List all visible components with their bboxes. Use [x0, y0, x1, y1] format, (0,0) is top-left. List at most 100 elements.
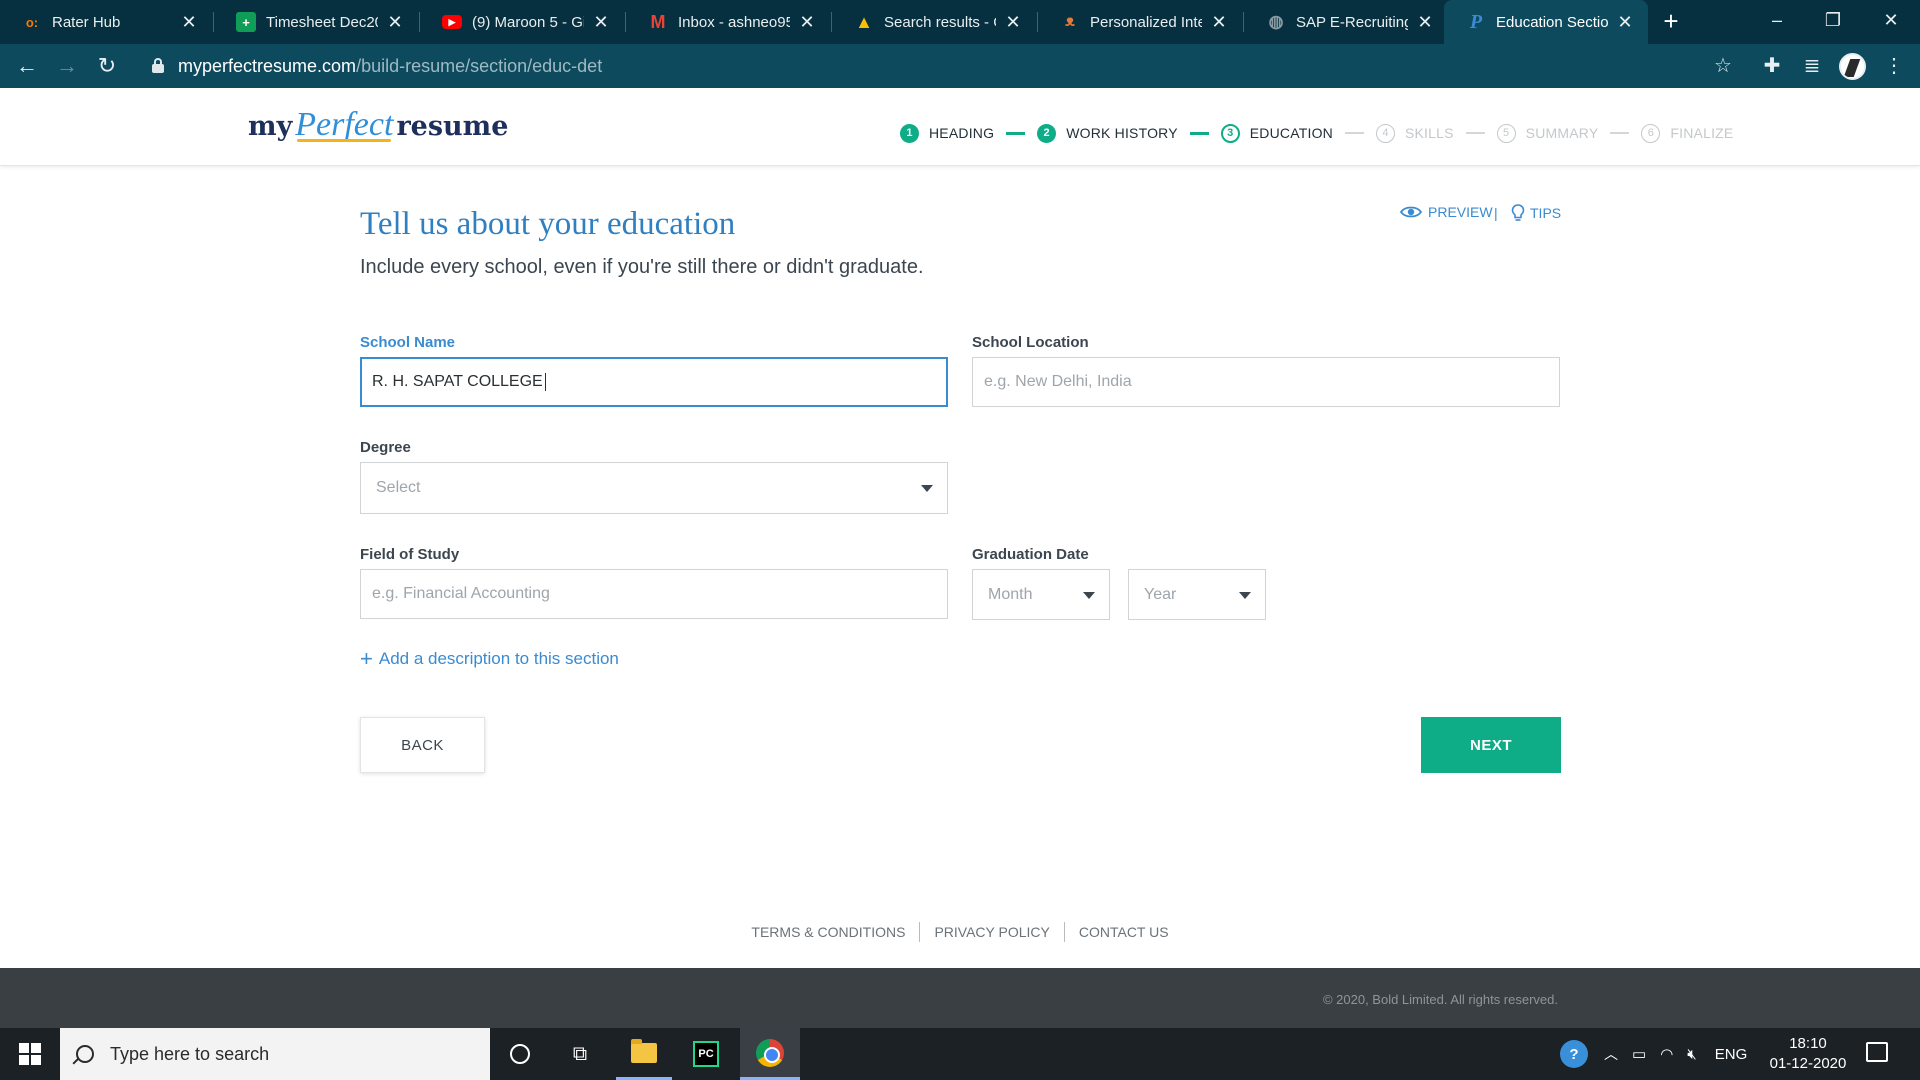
- step-label: SKILLS: [1404, 125, 1454, 141]
- privacy-link[interactable]: PRIVACY POLICY: [920, 924, 1063, 942]
- tips-link[interactable]: TIPS: [1511, 204, 1561, 222]
- pycharm-icon: PC: [693, 1041, 719, 1067]
- window-close-button[interactable]: ✕: [1864, 0, 1918, 40]
- back-button[interactable]: BACK: [360, 717, 485, 773]
- forward-arrow-icon[interactable]: →: [52, 51, 82, 81]
- language-indicator[interactable]: ENG: [1715, 1046, 1748, 1063]
- browser-tab[interactable]: ▲ Search results - Go ✕: [832, 0, 1036, 44]
- field-of-study-input[interactable]: e.g. Financial Accounting: [360, 569, 948, 619]
- chevron-up-icon[interactable]: ︿: [1604, 1044, 1618, 1064]
- close-icon[interactable]: ✕: [1416, 12, 1434, 33]
- tab-title: Search results - Go: [884, 13, 996, 31]
- internshala-icon: ᴥ: [1065, 13, 1075, 30]
- close-icon[interactable]: ✕: [1004, 12, 1022, 33]
- extensions-icon[interactable]: ✚: [1758, 52, 1786, 80]
- step-number: 4: [1375, 123, 1395, 143]
- step-number: 2: [1037, 123, 1057, 143]
- lightbulb-icon: [1511, 204, 1525, 221]
- tab-title: Personalized Intern: [1090, 13, 1202, 31]
- restore-button[interactable]: ❐: [1806, 0, 1860, 40]
- new-tab-button[interactable]: +: [1656, 6, 1686, 36]
- browser-tab[interactable]: M Inbox - ashneo95 ✕: [626, 0, 830, 44]
- tab-title: (9) Maroon 5 - Girl: [472, 13, 584, 31]
- close-icon[interactable]: ✕: [180, 12, 198, 33]
- close-icon[interactable]: ✕: [798, 12, 816, 33]
- step-finalize: 6 FINALIZE: [1641, 123, 1733, 143]
- degree-label: Degree: [360, 439, 411, 456]
- tips-label: TIPS: [1530, 205, 1562, 221]
- footer-links: TERMS & CONDITIONS PRIVACY POLICY CONTAC…: [0, 922, 1920, 942]
- add-description-label: Add a description to this section: [378, 649, 619, 668]
- pycharm-button[interactable]: PC: [678, 1028, 734, 1080]
- volume-muted-icon[interactable]: 🔇︎: [1687, 1046, 1696, 1063]
- chrome-icon: [756, 1038, 784, 1067]
- close-icon[interactable]: ✕: [592, 12, 610, 33]
- close-icon[interactable]: ✕: [386, 12, 404, 33]
- page-title: Tell us about your education: [360, 206, 736, 242]
- notification-center-icon[interactable]: [1866, 1042, 1888, 1062]
- close-icon[interactable]: ✕: [1210, 12, 1228, 33]
- school-name-value: R. H. SAPAT COLLEGE: [372, 373, 543, 390]
- progress-stepper: 1 HEADING 2 WORK HISTORY 3 EDUCATION 4 S…: [900, 122, 1733, 144]
- step-heading[interactable]: 1 HEADING: [900, 123, 994, 143]
- step-work-history[interactable]: 2 WORK HISTORY: [1037, 123, 1178, 143]
- preview-label: PREVIEW: [1428, 204, 1493, 220]
- school-location-input[interactable]: e.g. New Delhi, India: [972, 357, 1560, 407]
- add-description-link[interactable]: + Add a description to this section: [360, 648, 619, 670]
- terms-link[interactable]: TERMS & CONDITIONS: [737, 924, 919, 942]
- step-number: 1: [900, 123, 919, 143]
- profile-avatar[interactable]: [1839, 53, 1866, 80]
- browser-tab[interactable]: ◍ SAP E-Recruiting ✕: [1244, 0, 1448, 44]
- step-education[interactable]: 3 EDUCATION: [1220, 123, 1333, 143]
- address-bar[interactable]: myperfectresume.com/build-resume/section…: [136, 48, 1756, 84]
- back-arrow-icon[interactable]: ←: [12, 51, 42, 81]
- preview-link[interactable]: PREVIEW: [1400, 204, 1493, 220]
- browser-tab[interactable]: + Timesheet Dec20 - ✕: [214, 0, 418, 44]
- start-button[interactable]: [0, 1028, 60, 1080]
- help-icon[interactable]: ?: [1560, 1040, 1588, 1068]
- chrome-button[interactable]: [740, 1028, 800, 1080]
- myperfectresume-icon: P: [1469, 10, 1483, 33]
- step-label: WORK HISTORY: [1066, 125, 1178, 141]
- step-skills: 4 SKILLS: [1375, 123, 1454, 143]
- url-host: myperfectresume.com: [178, 55, 357, 76]
- next-button[interactable]: NEXT: [1421, 717, 1561, 773]
- school-name-input[interactable]: R. H. SAPAT COLLEGE: [360, 357, 948, 407]
- wifi-icon[interactable]: ◠: [1660, 1045, 1673, 1063]
- browser-tab-active[interactable]: P Education Section ✕: [1444, 0, 1648, 44]
- tab-title: Rater Hub: [52, 13, 121, 31]
- reload-icon[interactable]: ↻: [92, 51, 122, 81]
- taskbar-clock[interactable]: 18:10 01-12-2020: [1766, 1034, 1850, 1074]
- cortana-button[interactable]: [492, 1028, 548, 1080]
- taskbar-search[interactable]: Type here to search: [60, 1028, 490, 1080]
- step-connector: [1465, 132, 1485, 134]
- browser-tab[interactable]: o: Rater Hub ✕: [0, 0, 212, 44]
- browser-tab[interactable]: ▶ (9) Maroon 5 - Girl ✕: [420, 0, 624, 44]
- lock-icon[interactable]: [152, 58, 164, 74]
- degree-select[interactable]: Select: [360, 462, 948, 514]
- site-logo[interactable]: my Perfect resume: [248, 106, 508, 146]
- logo-resume: resume: [396, 111, 509, 142]
- url-path: /build-resume/section/educ-det: [356, 55, 603, 76]
- minimize-button[interactable]: –: [1750, 0, 1804, 40]
- bookmark-star-icon[interactable]: ☆: [1709, 52, 1737, 80]
- school-location-label: School Location: [972, 334, 1089, 351]
- text-caret: [544, 373, 546, 391]
- menu-kebab-icon[interactable]: ⋮: [1880, 52, 1908, 80]
- graduation-month-select[interactable]: Month: [972, 569, 1110, 620]
- media-control-icon[interactable]: ≣: [1798, 52, 1826, 80]
- task-view-button[interactable]: ⧉: [552, 1028, 608, 1080]
- file-explorer-button[interactable]: [616, 1028, 672, 1080]
- site-header: my Perfect resume 1 HEADING 2 WORK HISTO…: [0, 88, 1920, 166]
- plus-icon: +: [360, 646, 373, 671]
- contact-link[interactable]: CONTACT US: [1065, 924, 1183, 942]
- school-name-label: School Name: [360, 334, 456, 351]
- taskbar-search-placeholder: Type here to search: [110, 1043, 270, 1064]
- logo-perfect: Perfect: [295, 106, 394, 143]
- browser-tab[interactable]: ᴥ Personalized Intern ✕: [1038, 0, 1242, 44]
- cortana-icon: [510, 1044, 530, 1064]
- close-icon[interactable]: ✕: [1616, 12, 1634, 33]
- battery-icon[interactable]: ▭: [1632, 1045, 1646, 1063]
- eye-icon: [1400, 206, 1422, 218]
- graduation-year-select[interactable]: Year: [1128, 569, 1266, 620]
